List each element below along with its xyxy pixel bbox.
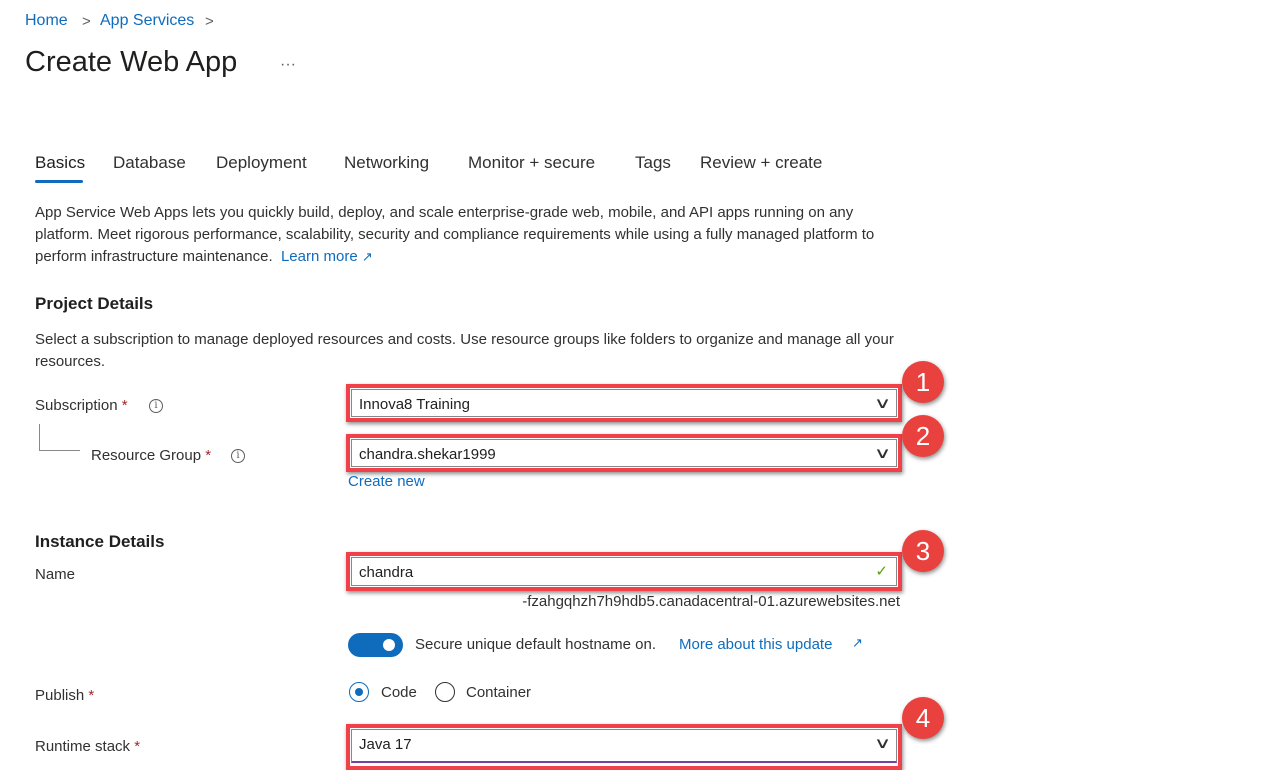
tab-tags[interactable]: Tags <box>635 153 671 173</box>
publish-container-radio[interactable] <box>435 682 455 702</box>
chevron-down-icon: ∨ <box>873 395 892 412</box>
runtime-stack-label: Runtime stack * <box>35 738 141 755</box>
subscription-dropdown[interactable]: Innova8 Training ∨ <box>351 389 897 417</box>
annotation-badge-4: 4 <box>902 697 944 739</box>
tab-database[interactable]: Database <box>113 153 186 173</box>
required-mark: * <box>121 397 128 414</box>
page-title: Create Web App <box>25 46 238 78</box>
name-input[interactable]: chandra ✓ <box>351 557 897 586</box>
resource-group-value: chandra.shekar1999 <box>359 446 496 463</box>
runtime-stack-value: Java 17 <box>359 736 412 753</box>
name-label: Name <box>35 566 76 583</box>
annotation-badge-3: 3 <box>902 530 944 572</box>
tab-monitor-secure[interactable]: Monitor + secure <box>468 153 595 173</box>
more-options-button[interactable]: ··· <box>280 56 296 74</box>
secure-hostname-toggle[interactable] <box>348 633 403 657</box>
publish-code-radio[interactable] <box>349 682 369 702</box>
active-tab-indicator <box>35 180 83 183</box>
subscription-label: Subscription * <box>35 397 128 414</box>
info-icon[interactable]: i <box>149 399 163 413</box>
breadcrumb-separator: > <box>205 13 214 30</box>
tab-deployment[interactable]: Deployment <box>216 153 307 173</box>
breadcrumb-app-services[interactable]: App Services <box>100 12 194 30</box>
required-mark: * <box>134 738 141 755</box>
resource-group-dropdown[interactable]: chandra.shekar1999 ∨ <box>351 439 897 467</box>
intro-text: App Service Web Apps lets you quickly bu… <box>35 202 915 268</box>
tree-connector <box>39 424 80 451</box>
required-mark: * <box>88 687 95 704</box>
project-details-heading: Project Details <box>35 294 154 313</box>
info-icon[interactable]: i <box>231 449 245 463</box>
chevron-down-icon: ∨ <box>873 445 892 462</box>
secure-hostname-text: Secure unique default hostname on. <box>415 636 657 653</box>
name-value: chandra <box>359 564 414 581</box>
external-link-icon: ↗ <box>361 249 373 264</box>
annotation-badge-2: 2 <box>902 415 944 457</box>
publish-code-label[interactable]: Code <box>381 684 417 701</box>
required-mark: * <box>205 447 212 464</box>
breadcrumb-separator: > <box>82 13 91 30</box>
resource-group-label: Resource Group * <box>91 447 212 464</box>
valid-check-icon: ✓ <box>875 563 888 580</box>
chevron-down-icon: ∨ <box>873 735 892 752</box>
learn-more-link[interactable]: Learn more <box>281 248 358 265</box>
annotation-badge-1: 1 <box>902 361 944 403</box>
tab-review-create[interactable]: Review + create <box>700 153 822 173</box>
external-link-icon: ↗ <box>852 635 863 650</box>
create-new-link[interactable]: Create new <box>348 473 425 490</box>
project-description: Select a subscription to manage deployed… <box>35 331 894 370</box>
runtime-stack-dropdown[interactable]: Java 17 ∨ <box>351 729 897 763</box>
intro-description: App Service Web Apps lets you quickly bu… <box>35 204 875 265</box>
subscription-value: Innova8 Training <box>359 396 470 413</box>
hostname-suffix: -fzahgqhzh7h9hdb5.canadacentral-01.azure… <box>522 593 900 610</box>
tab-basics[interactable]: Basics <box>35 153 85 173</box>
instance-details-heading: Instance Details <box>35 532 165 551</box>
tab-networking[interactable]: Networking <box>344 153 429 173</box>
publish-container-label[interactable]: Container <box>466 684 531 701</box>
more-about-update-link[interactable]: More about this update <box>679 636 832 653</box>
breadcrumb-home[interactable]: Home <box>25 12 68 30</box>
publish-label: Publish * <box>35 687 95 704</box>
